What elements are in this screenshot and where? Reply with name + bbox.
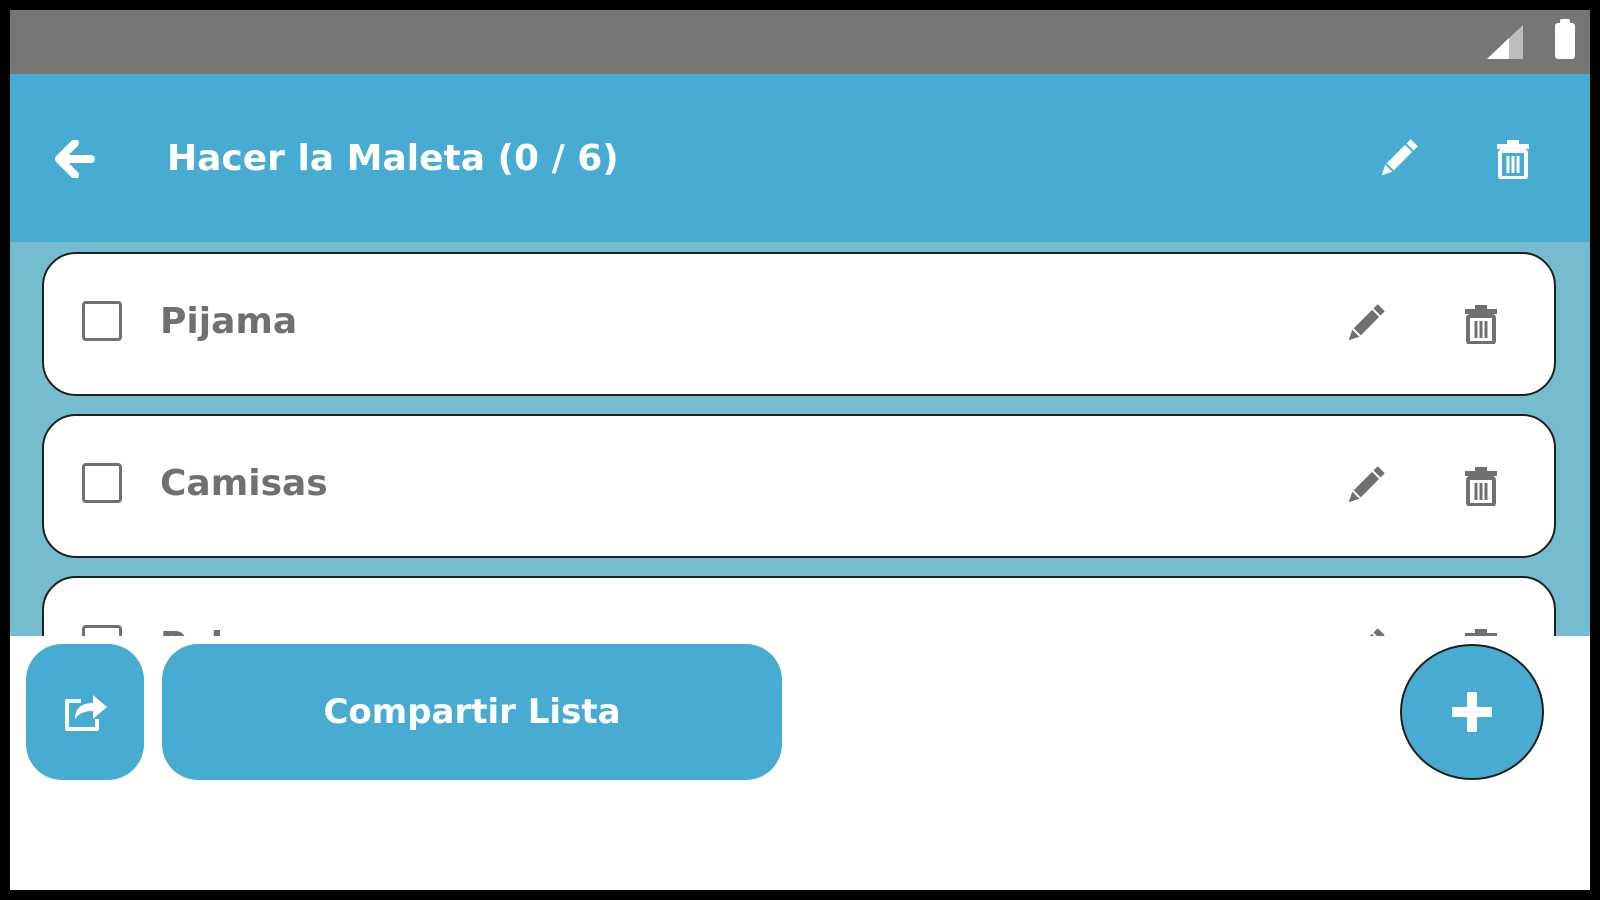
edit-item-button[interactable] <box>1342 301 1388 347</box>
trash-icon <box>1465 305 1497 344</box>
share-list-button[interactable]: Compartir Lista <box>162 644 782 780</box>
pencil-icon <box>1353 628 1385 636</box>
delete-item-button[interactable] <box>1458 625 1504 636</box>
share-icon <box>65 695 107 731</box>
pencil-icon <box>1348 466 1385 503</box>
app-screen: Hacer la Maleta (0 / 6) Pijama Camisas C… <box>10 10 1590 890</box>
item-list[interactable]: Pijama Camisas <box>10 242 1590 636</box>
list-item: Pijama <box>42 252 1556 396</box>
plus-icon <box>1452 692 1492 732</box>
delete-item-button[interactable] <box>1458 463 1504 509</box>
back-button[interactable] <box>50 134 100 184</box>
signal-icon <box>1487 25 1523 59</box>
list-item: Camisas <box>42 414 1556 558</box>
edit-item-button[interactable] <box>1342 463 1388 509</box>
item-checkbox[interactable] <box>82 463 122 503</box>
item-label: Pijama <box>160 301 298 342</box>
item-label: Pelo... <box>160 624 289 636</box>
edit-item-button[interactable] <box>1342 625 1388 636</box>
trash-icon <box>1465 467 1497 506</box>
trash-icon <box>1465 629 1497 636</box>
status-bar <box>10 10 1590 74</box>
item-label: Camisas <box>160 463 328 504</box>
add-item-button[interactable] <box>1400 644 1544 780</box>
pencil-icon <box>1348 304 1385 341</box>
page-title: Hacer la Maleta (0 / 6) <box>167 138 619 179</box>
trash-icon <box>1497 140 1529 179</box>
pencil-icon <box>1381 139 1418 176</box>
item-checkbox[interactable] <box>82 301 122 341</box>
bottom-action-bar: Compartir Lista <box>10 636 1590 890</box>
delete-list-button[interactable] <box>1490 136 1536 182</box>
battery-icon <box>1555 19 1575 59</box>
delete-item-button[interactable] <box>1458 301 1504 347</box>
app-bar: Hacer la Maleta (0 / 6) <box>10 74 1590 242</box>
arrow-left-icon <box>55 140 95 178</box>
list-item: Pelo... <box>42 576 1556 636</box>
item-checkbox[interactable] <box>82 625 122 636</box>
edit-list-button[interactable] <box>1375 136 1421 182</box>
share-icon-button[interactable] <box>26 644 144 780</box>
